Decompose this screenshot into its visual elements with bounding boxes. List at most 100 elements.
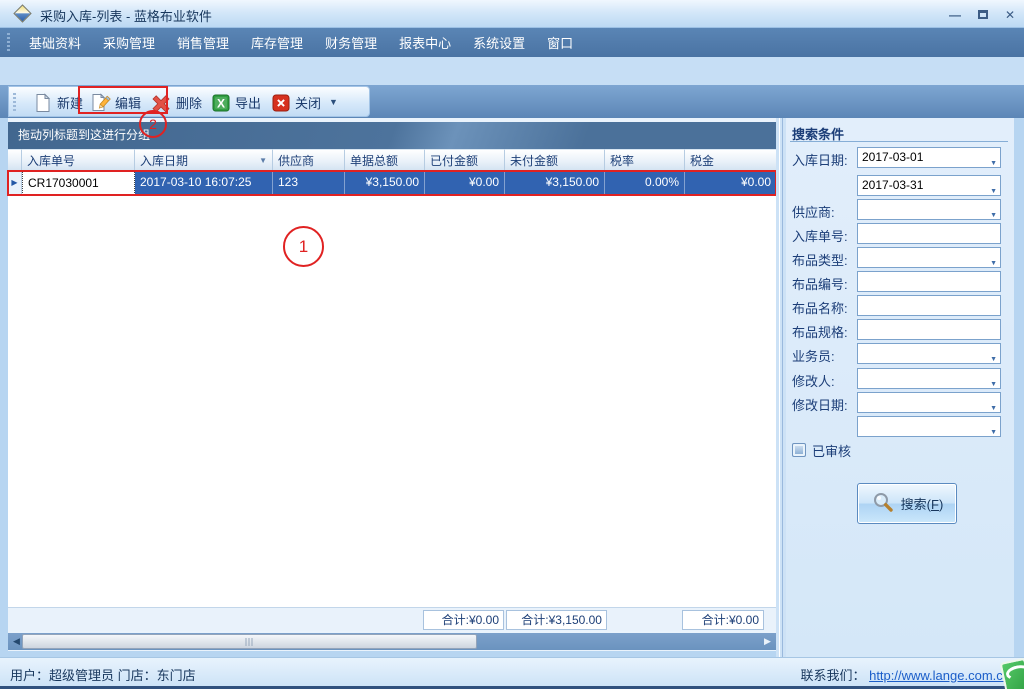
column-header-paid[interactable]: 已付金额: [425, 149, 505, 171]
cell-unpaid[interactable]: ¥3,150.00: [505, 171, 605, 195]
scrollbar-thumb[interactable]: [22, 634, 477, 649]
panel-splitter[interactable]: [776, 118, 786, 657]
app-logo-icon: [13, 4, 31, 22]
scrollbar-grip-icon: [245, 638, 254, 646]
salesperson-dropdown[interactable]: ▼: [857, 343, 1001, 364]
contact-label: 联系我们：: [800, 668, 865, 683]
menu-item-reports[interactable]: 报表中心: [388, 33, 462, 52]
total-tax: 合计:¥0.00: [682, 610, 764, 630]
close-window-button[interactable]: ✕: [1000, 8, 1020, 24]
total-paid: 合计:¥0.00: [423, 610, 504, 630]
user-store-status: 用户：超级管理员 门店：东门店: [10, 665, 196, 684]
column-header-unpaid[interactable]: 未付金额: [505, 149, 605, 171]
panel-divider: [790, 141, 1008, 142]
title-bar: 采购入库-列表 - 蓝格布业软件 — ✕: [0, 0, 1024, 28]
group-by-bar[interactable]: 拖动列标题到这进行分组: [8, 122, 776, 149]
cell-tax-rate[interactable]: 0.00%: [605, 171, 685, 195]
field-label-modify-date: 修改日期:: [792, 395, 848, 414]
menu-bar: 基础资料 采购管理 销售管理 库存管理 财务管理 报表中心 系统设置 窗口: [0, 28, 1024, 57]
sort-desc-icon: ▼: [259, 151, 267, 171]
column-header-tax-rate[interactable]: 税率: [605, 149, 685, 171]
menu-item-settings[interactable]: 系统设置: [462, 33, 536, 52]
table-row-selected[interactable]: ▶ CR17030001 2017-03-10 16:07:25 123 ¥3,…: [8, 171, 776, 195]
close-dropdown-arrow-icon[interactable]: ▼: [329, 97, 338, 107]
menu-item-base-data[interactable]: 基础资料: [18, 33, 92, 52]
grid-body: [8, 149, 776, 607]
field-label-fabric-code: 布品编号:: [792, 274, 848, 293]
supplier-dropdown[interactable]: ▼: [857, 199, 1001, 220]
grid-header-row: 入库单号 入库日期 ▼ 供应商 单据总额 已付金额 未付金额 税率 税金: [8, 149, 776, 171]
row-indicator-header: [8, 149, 22, 171]
field-label-fabric-spec: 布品规格:: [792, 322, 848, 341]
tab-strip: 导航 布品管理-列表 采购入库-列表 x ✕: [0, 57, 1024, 85]
column-header-supplier[interactable]: 供应商: [273, 149, 345, 171]
column-header-total[interactable]: 单据总额: [345, 149, 425, 171]
cell-supplier[interactable]: 123: [273, 171, 345, 195]
field-label-modifier: 修改人:: [792, 371, 835, 390]
modify-date-from-dropdown[interactable]: ▼: [857, 392, 1001, 413]
order-no-input[interactable]: [857, 223, 1001, 244]
export-excel-icon: X: [211, 93, 231, 113]
contact-area: 联系我们： http://www.lange.com.cn: [800, 665, 1010, 684]
horizontal-scrollbar[interactable]: ◀ ▶: [8, 633, 776, 650]
field-label-supplier: 供应商:: [792, 202, 835, 221]
fabric-spec-input[interactable]: [857, 319, 1001, 340]
fabric-code-input[interactable]: [857, 271, 1001, 292]
toolbar-grip-handle[interactable]: [13, 93, 16, 111]
menu-item-finance[interactable]: 财务管理: [314, 33, 388, 52]
fabric-type-dropdown[interactable]: ▼: [857, 247, 1001, 268]
search-button[interactable]: 搜索(F): [857, 483, 957, 524]
toolbar: 新建 编辑 删除 X 导出 关闭 ▼: [8, 86, 370, 117]
column-header-tax[interactable]: 税金: [685, 149, 776, 171]
modifier-dropdown[interactable]: ▼: [857, 368, 1001, 389]
website-link[interactable]: http://www.lange.com.cn: [869, 668, 1010, 683]
menu-item-inventory[interactable]: 库存管理: [240, 33, 314, 52]
edit-button[interactable]: 编辑: [90, 91, 141, 114]
new-document-icon: [33, 93, 53, 113]
inbound-date-from-dropdown[interactable]: 2017-03-01▼: [857, 147, 1001, 168]
new-button[interactable]: 新建: [33, 91, 83, 114]
approved-checkbox[interactable]: [792, 443, 806, 457]
chevron-down-icon[interactable]: ▼: [990, 350, 997, 369]
field-label-order-no: 入库单号:: [792, 226, 848, 245]
status-bar: 用户：超级管理员 门店：东门店 联系我们： http://www.lange.c…: [0, 657, 1024, 686]
chevron-down-icon[interactable]: ▼: [990, 423, 997, 442]
delete-x-icon: [150, 93, 172, 113]
export-button[interactable]: X 导出: [211, 91, 261, 114]
cell-order-no[interactable]: CR17030001: [22, 171, 135, 195]
toolbar-band: 新建 编辑 删除 X 导出 关闭 ▼: [0, 85, 1024, 118]
close-red-icon: [271, 93, 291, 113]
cell-date[interactable]: 2017-03-10 16:07:25: [135, 171, 273, 195]
corner-app-badge-icon: [1000, 658, 1024, 689]
approved-checkbox-label: 已审核: [812, 441, 851, 460]
chevron-down-icon[interactable]: ▼: [990, 154, 997, 173]
menu-item-purchase[interactable]: 采购管理: [92, 33, 166, 52]
cell-paid[interactable]: ¥0.00: [425, 171, 505, 195]
maximize-button[interactable]: [973, 8, 993, 24]
close-tab-button[interactable]: 关闭: [271, 91, 321, 114]
minimize-button[interactable]: —: [945, 8, 965, 24]
search-panel: 搜索条件 入库日期: 2017-03-01▼ 2017-03-31▼ 供应商: …: [786, 118, 1014, 657]
row-pointer-icon: ▶: [8, 171, 22, 195]
field-label-salesperson: 业务员:: [792, 346, 835, 365]
app-window: 采购入库-列表 - 蓝格布业软件 — ✕ 基础资料 采购管理 销售管理 库存管理…: [0, 0, 1024, 689]
cell-total[interactable]: ¥3,150.00: [345, 171, 425, 195]
menu-item-sales[interactable]: 销售管理: [166, 33, 240, 52]
edit-pencil-icon: [90, 93, 111, 113]
cell-tax[interactable]: ¥0.00: [685, 171, 776, 195]
column-header-date[interactable]: 入库日期 ▼: [135, 149, 273, 171]
field-label-fabric-name: 布品名称:: [792, 298, 848, 317]
svg-text:X: X: [217, 96, 225, 110]
inbound-date-to-dropdown[interactable]: 2017-03-31▼: [857, 175, 1001, 196]
column-header-order-no[interactable]: 入库单号: [22, 149, 135, 171]
total-unpaid: 合计:¥3,150.00: [506, 610, 607, 630]
field-label-inbound-date: 入库日期:: [792, 150, 848, 169]
window-title: 采购入库-列表 - 蓝格布业软件: [40, 6, 212, 25]
fabric-name-input[interactable]: [857, 295, 1001, 316]
menu-item-window[interactable]: 窗口: [536, 33, 584, 52]
modify-date-to-dropdown[interactable]: ▼: [857, 416, 1001, 437]
totals-row: 合计:¥0.00 合计:¥3,150.00 合计:¥0.00: [8, 607, 776, 631]
delete-button[interactable]: 删除: [150, 91, 202, 114]
scroll-right-icon[interactable]: ▶: [761, 633, 774, 650]
menu-grip-handle[interactable]: [7, 33, 10, 52]
